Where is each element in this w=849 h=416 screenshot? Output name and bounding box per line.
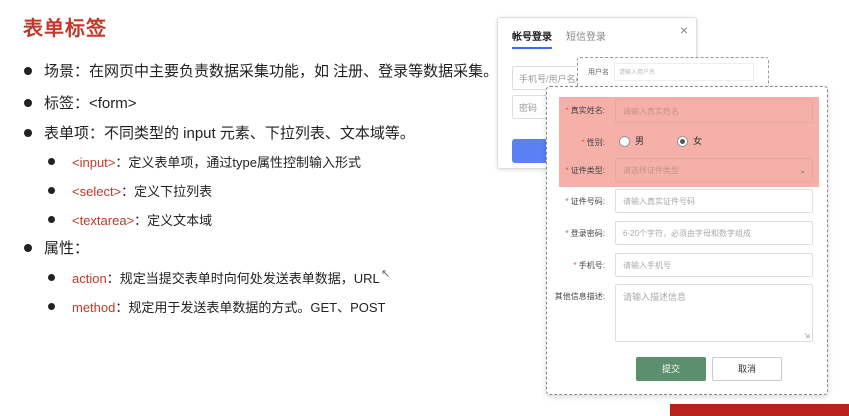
bullet-dot <box>48 303 55 310</box>
close-icon[interactable]: × <box>680 22 688 38</box>
field-label: * 真实姓名: <box>565 106 605 115</box>
bullet-text: method：规定用于发送表单数据的方式。GET、POST <box>72 297 386 316</box>
gender-radio-female[interactable]: 女 <box>677 134 702 148</box>
bullet-dot <box>24 99 32 107</box>
field-label: * 手机号: <box>573 261 605 270</box>
page-title: 表单标签 <box>23 18 107 40</box>
field-label: * 登录密码: <box>565 229 605 238</box>
keyword: <input> <box>72 155 116 170</box>
bullet-text: action：规定当提交表单时向何处发送表单数据，URL <box>72 268 380 287</box>
bullet-text: 场景：在网页中主要负责数据采集功能，如 注册、登录等数据采集。 <box>44 63 499 80</box>
phone-input[interactable]: 请输入手机号 <box>615 253 813 277</box>
gender-radio-male[interactable]: 男 <box>619 134 644 148</box>
field-label: * 性别: <box>581 138 605 147</box>
password-input[interactable]: 6-20个字符，必须由字母和数字组成 <box>615 221 813 245</box>
keyword: action <box>72 271 107 286</box>
description: ：定义下拉列表 <box>121 184 213 199</box>
bullet-text: <input>：定义表单项，通过type属性控制输入形式 <box>72 152 361 171</box>
bullet-dot <box>24 67 32 75</box>
bullet-dot <box>48 187 55 194</box>
id-number-input[interactable]: 请输入真实证件号码 <box>615 189 813 213</box>
bullet-text: 属性： <box>44 240 90 257</box>
keyword: <select> <box>72 184 122 199</box>
resize-grip-icon[interactable]: ⇲ <box>804 332 810 340</box>
bullet-dot <box>48 216 55 223</box>
description: ：规定用于发送表单数据的方式。GET、POST <box>115 300 386 315</box>
cancel-button[interactable]: 取消 <box>712 357 782 381</box>
id-type-select[interactable]: 请选择证件类型 ⌄ <box>615 158 813 182</box>
chevron-down-icon: ⌄ <box>799 166 806 175</box>
description: ：规定当提交表单时向何处发送表单数据，URL <box>106 271 380 286</box>
bullet-dot <box>48 274 55 281</box>
submit-button[interactable]: 提交 <box>636 357 706 381</box>
keyword: <textarea> <box>72 213 135 228</box>
description-textarea[interactable]: 请输入描述信息 ⇲ <box>615 284 813 342</box>
tab-sms-login[interactable]: 短信登录 <box>566 28 606 43</box>
gender-radio-group: 男 女 <box>619 134 799 148</box>
bullet-dot <box>24 244 32 252</box>
bullet-text: 表单项：不同类型的 input 元素、下拉列表、文本域等。 <box>44 125 415 142</box>
field-label: * 证件类型: <box>565 166 605 175</box>
bullet-text: 标签：<form> <box>44 95 137 112</box>
username-label: 用户名 <box>588 69 609 76</box>
description: ：定义表单项，通过type属性控制输入形式 <box>115 155 361 170</box>
bullet-dot <box>24 129 32 137</box>
username-card: 用户名 请输入用户名 <box>577 57 769 89</box>
username-input[interactable]: 请输入用户名 <box>614 63 754 81</box>
register-form: * 真实姓名: 请输入真实姓名 * 性别: 男 女 * 证件类型: 请选择证件类… <box>546 86 828 395</box>
description: ：定义文本域 <box>134 213 213 228</box>
real-name-input[interactable]: 请输入真实姓名 <box>615 99 813 123</box>
mouse-cursor-icon: ↖ <box>381 268 391 280</box>
keyword: method <box>72 300 116 315</box>
bullet-text: <textarea>：定义文本域 <box>72 210 212 229</box>
bullet-dot <box>48 158 55 165</box>
bottom-banner <box>670 404 849 416</box>
tab-account-login[interactable]: 帐号登录 <box>512 28 552 49</box>
field-label: 其他信息描述: <box>554 292 605 301</box>
field-label: * 证件号码: <box>565 197 605 206</box>
bullet-text: <select>：定义下拉列表 <box>72 181 212 200</box>
